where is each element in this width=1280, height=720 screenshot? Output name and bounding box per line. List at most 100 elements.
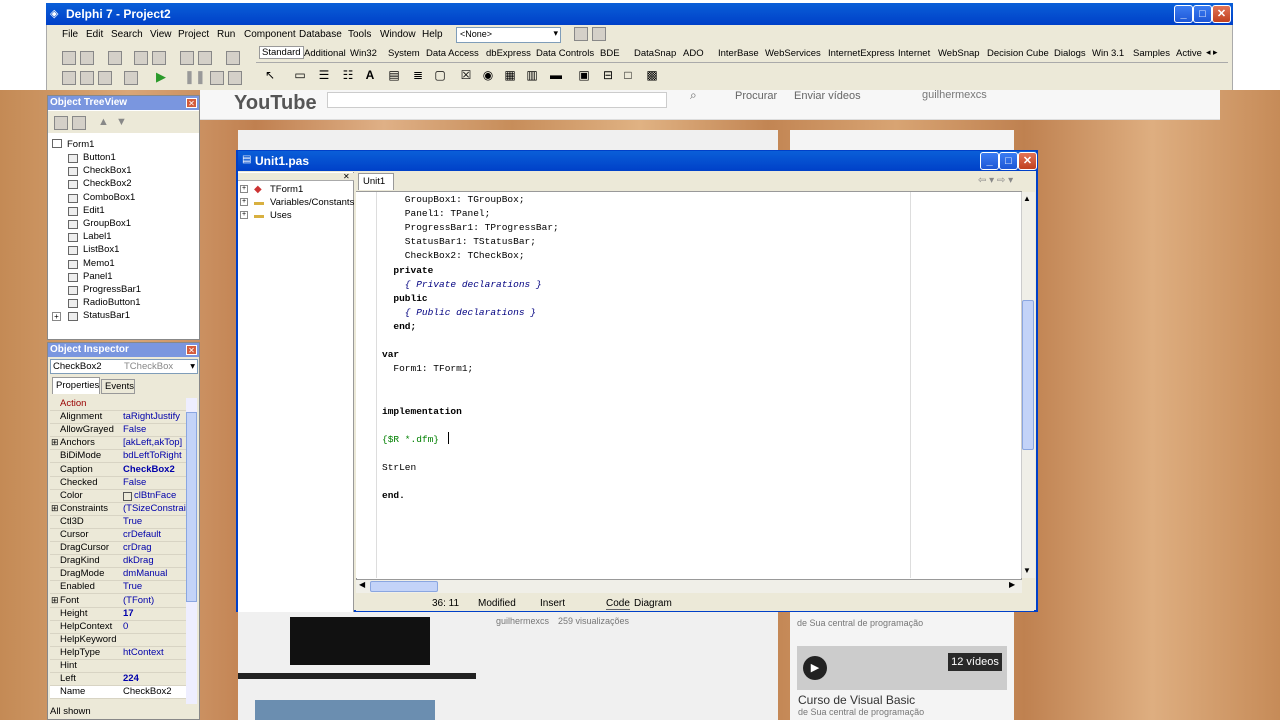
- menu-view[interactable]: View: [150, 29, 172, 40]
- save-all-icon[interactable]: [134, 51, 148, 65]
- expand-icon[interactable]: ⊞: [51, 595, 59, 606]
- tree-item-panel1[interactable]: Panel1: [83, 271, 113, 282]
- expand-icon[interactable]: +: [240, 211, 248, 219]
- expand-icon[interactable]: ⊞: [51, 503, 59, 514]
- property-value[interactable]: False: [123, 424, 187, 435]
- property-row[interactable]: DragMode dmManual: [50, 568, 186, 582]
- close-icon[interactable]: ✕: [343, 172, 350, 181]
- step-over-icon[interactable]: [228, 71, 242, 85]
- scroll-left-icon[interactable]: ◀: [359, 580, 365, 589]
- menu-project[interactable]: Project: [178, 29, 209, 40]
- close-button[interactable]: ✕: [1212, 5, 1231, 23]
- property-value[interactable]: True: [123, 516, 187, 527]
- menu-run[interactable]: Run: [217, 29, 235, 40]
- property-value[interactable]: CheckBox2: [123, 686, 187, 697]
- palette-tab-internet[interactable]: Internet: [898, 48, 930, 59]
- palette-tab-samples[interactable]: Samples: [1133, 48, 1170, 59]
- popupmenu-icon[interactable]: ☷: [340, 67, 356, 83]
- listbox-icon[interactable]: ▦: [502, 67, 518, 83]
- tree-item-edit1[interactable]: Edit1: [83, 205, 105, 216]
- scroll-right-icon[interactable]: ▶: [1009, 580, 1015, 589]
- expand-icon[interactable]: +: [52, 312, 61, 321]
- editor-hscrollbar[interactable]: [356, 580, 1022, 593]
- remove-file-icon[interactable]: [198, 51, 212, 65]
- property-row[interactable]: Action: [50, 398, 186, 411]
- tree-item-memo1[interactable]: Memo1: [83, 258, 115, 269]
- move-down-icon[interactable]: ▼: [116, 116, 127, 128]
- scroll-down-icon[interactable]: ▼: [1023, 566, 1031, 575]
- palette-tab-dialogs[interactable]: Dialogs: [1054, 48, 1086, 59]
- tree-root[interactable]: Form1: [67, 139, 94, 150]
- help-icon[interactable]: [226, 51, 240, 65]
- playlist-title[interactable]: Curso de Visual Basic: [798, 693, 915, 707]
- play-icon[interactable]: ▶: [803, 656, 827, 680]
- property-value[interactable]: (TFont): [123, 595, 187, 606]
- tree-item-statusbar1[interactable]: StatusBar1: [83, 310, 130, 321]
- property-value[interactable]: bdLeftToRight: [123, 450, 187, 461]
- nav-arrows-icon[interactable]: ⇦ ▾ ⇨ ▾: [978, 175, 1013, 186]
- tree-item-radiobutton1[interactable]: RadioButton1: [83, 297, 141, 308]
- view-form-icon[interactable]: [80, 71, 94, 85]
- editor-vscroll-thumb[interactable]: [1022, 300, 1034, 450]
- menu-component[interactable]: Component: [244, 29, 296, 40]
- property-row[interactable]: Height 17: [50, 608, 186, 621]
- palette-tab-additional[interactable]: Additional: [304, 48, 346, 59]
- checkbox-icon[interactable]: ☒: [458, 67, 474, 83]
- menu-window[interactable]: Window: [380, 29, 416, 40]
- property-row[interactable]: Alignment taRightJustify: [50, 411, 187, 425]
- tree-item-listbox1[interactable]: ListBox1: [83, 244, 119, 255]
- palette-tab-dbexpress[interactable]: dbExpress: [486, 48, 531, 59]
- inspector-scroll-thumb[interactable]: [186, 412, 197, 602]
- mainmenu-icon[interactable]: ☰: [316, 67, 332, 83]
- inspector-object-combo[interactable]: CheckBox2 TCheckBox ▾: [50, 359, 198, 374]
- property-value[interactable]: taRightJustify: [123, 411, 187, 422]
- menu-edit[interactable]: Edit: [86, 29, 103, 40]
- save-icon[interactable]: [108, 51, 122, 65]
- editor-hscroll-thumb[interactable]: [370, 581, 438, 592]
- property-row[interactable]: Name CheckBox2: [50, 686, 187, 700]
- youtube-upload-link[interactable]: Enviar vídeos: [794, 90, 861, 102]
- desktop-layout-combo[interactable]: <None> ▾: [456, 27, 561, 43]
- menu-help[interactable]: Help: [422, 29, 443, 40]
- property-value[interactable]: 17: [123, 608, 187, 619]
- palette-tab-win32[interactable]: Win32: [350, 48, 377, 59]
- property-value[interactable]: False: [123, 477, 187, 488]
- property-row[interactable]: DragKind dkDrag: [50, 555, 186, 569]
- button-icon[interactable]: ▢: [432, 67, 448, 83]
- tab-unit1[interactable]: Unit1: [358, 173, 394, 190]
- video-author[interactable]: guilhermexcs: [496, 616, 549, 626]
- property-row[interactable]: BiDiMode bdLeftToRight: [50, 450, 187, 464]
- edit-icon[interactable]: ▤: [386, 67, 402, 83]
- property-row[interactable]: AllowGrayed False: [50, 424, 187, 438]
- memo-icon[interactable]: ≣: [410, 67, 426, 83]
- minimize-button[interactable]: _: [980, 152, 999, 170]
- label-icon[interactable]: A: [362, 67, 378, 83]
- property-value[interactable]: True: [123, 581, 187, 592]
- palette-tab-bde[interactable]: BDE: [600, 48, 620, 59]
- palette-tab-internetexpress[interactable]: InternetExpress: [828, 48, 895, 59]
- tree-item-progressbar1[interactable]: ProgressBar1: [83, 284, 141, 295]
- explorer-item[interactable]: Uses: [270, 210, 292, 221]
- code-editor[interactable]: [356, 191, 1022, 580]
- property-value[interactable]: 0: [123, 621, 187, 632]
- palette-tab-datasnap[interactable]: DataSnap: [634, 48, 676, 59]
- pause-icon[interactable]: ❚❚: [184, 69, 206, 85]
- toggle-form-unit-icon[interactable]: [98, 71, 112, 85]
- palette-tab-active[interactable]: Active: [1176, 48, 1202, 59]
- tab-code[interactable]: Code: [606, 598, 630, 610]
- tab-properties[interactable]: Properties: [52, 377, 100, 394]
- property-row[interactable]: Checked False: [50, 477, 186, 490]
- scrollbar-icon[interactable]: ▬: [548, 67, 564, 83]
- new-item-icon[interactable]: [54, 116, 68, 130]
- palette-tab-standard[interactable]: Standard: [259, 46, 304, 59]
- expand-icon[interactable]: +: [240, 198, 248, 206]
- maximize-button[interactable]: □: [999, 152, 1018, 170]
- tree-item-checkbox1[interactable]: CheckBox1: [83, 165, 132, 176]
- chevron-down-icon[interactable]: ▾: [190, 361, 195, 372]
- property-value[interactable]: (TSizeConstrain: [123, 503, 187, 514]
- close-icon[interactable]: ✕: [186, 98, 197, 108]
- property-value[interactable]: crDefault: [123, 529, 187, 540]
- groupbox-icon[interactable]: ▣: [576, 67, 592, 83]
- property-row[interactable]: Caption CheckBox2: [50, 464, 186, 477]
- property-row[interactable]: DragCursor crDrag: [50, 542, 186, 556]
